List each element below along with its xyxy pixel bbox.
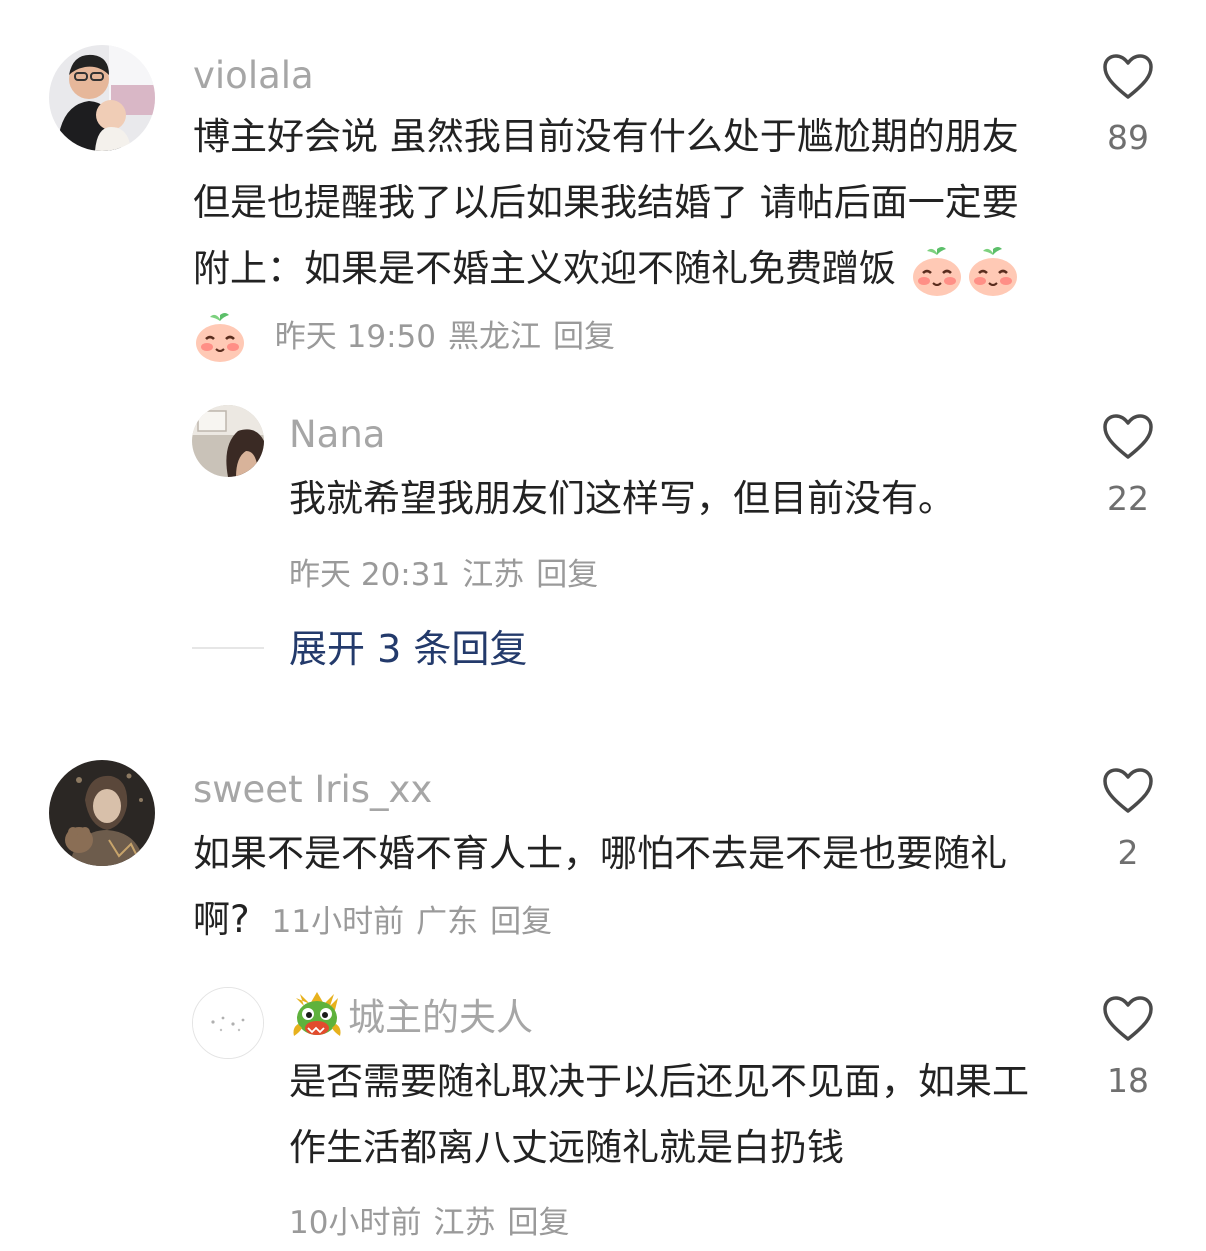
reply-button[interactable]: 回复: [536, 557, 598, 593]
like-count: 22: [1107, 479, 1149, 518]
like-count: 18: [1107, 1061, 1149, 1100]
comment-location: 广东: [416, 904, 479, 940]
expand-divider: [192, 647, 264, 649]
comment-time: 昨天 19:50: [274, 319, 436, 355]
username[interactable]: violala: [193, 57, 314, 94]
expand-replies-button[interactable]: 展开 3 条回复: [289, 630, 527, 668]
reply-button[interactable]: 回复: [507, 1205, 569, 1241]
avatar[interactable]: [192, 405, 264, 477]
reply-button[interactable]: 回复: [490, 904, 552, 940]
peach-face-icon: [912, 246, 961, 296]
like-count: 2: [1117, 833, 1139, 872]
comment-text: 如果不是不婚不育人士，哪怕不去是不是也要随礼啊? 11小时前 广东 回复: [193, 821, 1053, 955]
avatar[interactable]: [49, 45, 155, 151]
comment-meta: 昨天 19:50 黑龙江 回复: [275, 319, 627, 355]
username[interactable]: Nana: [289, 416, 385, 453]
heart-outline-icon[interactable]: [1102, 995, 1154, 1043]
like-count: 89: [1107, 118, 1149, 157]
reply-button[interactable]: 回复: [553, 319, 615, 355]
peach-face-icon: [968, 246, 1017, 296]
comment-text: 博主好会说 虽然我目前没有什么处于尴尬期的朋友 但是也提醒我了以后如果我结婚了 …: [193, 104, 1053, 370]
comment-meta: 昨天 20:31 江苏 回复: [289, 549, 610, 594]
comment-time: 昨天 20:31: [289, 557, 451, 593]
comment-time: 10小时前: [289, 1205, 422, 1241]
avatar[interactable]: [49, 760, 155, 866]
heart-outline-icon[interactable]: [1102, 413, 1154, 461]
comment-location: 黑龙江: [447, 319, 541, 355]
avatar[interactable]: [192, 987, 264, 1059]
heart-outline-icon[interactable]: [1102, 767, 1154, 815]
comment-time: 11小时前: [271, 904, 405, 940]
comment-meta: 11小时前 广东 回复: [272, 904, 564, 940]
username[interactable]: 城主的夫人: [348, 999, 533, 1036]
comment-location: 江苏: [433, 1205, 496, 1241]
peach-face-icon: [196, 312, 244, 362]
username[interactable]: sweet Iris_xx: [193, 771, 432, 808]
comment-location: 江苏: [462, 557, 525, 593]
dragon-head-icon: [293, 992, 341, 1036]
comment-meta: 10小时前 江苏 回复: [289, 1197, 581, 1242]
comment-text: 是否需要随礼取决于以后还见不见面，如果工作生活都离八丈远随礼就是白扔钱: [289, 1060, 1029, 1169]
comment-body: 博主好会说 虽然我目前没有什么处于尴尬期的朋友 但是也提醒我了以后如果我结婚了 …: [193, 115, 1019, 290]
comment-text: 我就希望我朋友们这样写，但目前没有。: [289, 477, 955, 520]
heart-outline-icon[interactable]: [1102, 53, 1154, 101]
